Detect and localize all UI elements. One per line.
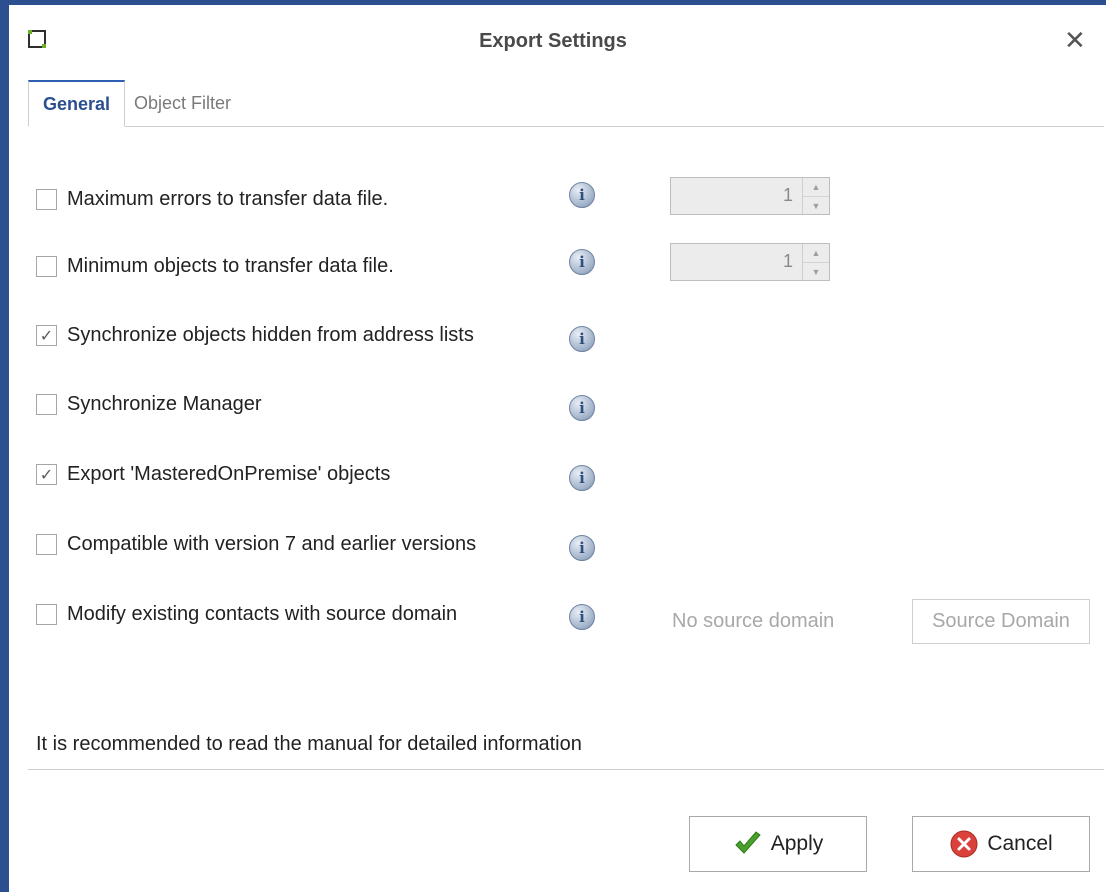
checkbox-compatible-v7[interactable]: [36, 534, 57, 555]
info-icon[interactable]: i: [569, 535, 595, 561]
info-icon[interactable]: i: [569, 326, 595, 352]
dialog-title: Export Settings: [479, 30, 627, 52]
source-domain-button[interactable]: Source Domain: [912, 599, 1090, 644]
info-icon[interactable]: i: [569, 604, 595, 630]
manual-note: It is recommended to read the manual for…: [36, 733, 582, 755]
checkbox-sync-hidden[interactable]: ✓: [36, 325, 57, 346]
apply-label: Apply: [770, 832, 824, 855]
green-check-icon: [735, 831, 761, 854]
option-label: Modify existing contacts with source dom…: [67, 603, 458, 625]
cancel-button[interactable]: Cancel: [912, 816, 1090, 872]
cancel-label: Cancel: [987, 832, 1053, 855]
spinner-value: 1: [782, 185, 793, 205]
spin-down-arrow-icon[interactable]: ▼: [803, 197, 829, 215]
spinner-value: 1: [782, 251, 793, 271]
checkbox-sync-manager[interactable]: [36, 394, 57, 415]
footer-separator: [28, 769, 1104, 770]
window-border-left: [0, 0, 9, 892]
option-label: Maximum errors to transfer data file.: [67, 188, 389, 210]
apply-button[interactable]: Apply: [689, 816, 867, 872]
option-label: Synchronize Manager: [67, 393, 262, 415]
max-errors-spinner[interactable]: 1 ▲ ▼: [670, 177, 830, 215]
info-icon[interactable]: i: [569, 249, 595, 275]
spin-up-arrow-icon[interactable]: ▲: [803, 244, 829, 263]
window-border-top: [0, 0, 1106, 5]
cancel-circle-icon: [950, 830, 978, 858]
checkbox-min-objects[interactable]: [36, 256, 57, 277]
spin-down-arrow-icon[interactable]: ▼: [803, 263, 829, 281]
info-icon[interactable]: i: [569, 465, 595, 491]
checkbox-export-mastered[interactable]: ✓: [36, 464, 57, 485]
option-label: Compatible with version 7 and earlier ve…: [67, 533, 477, 555]
option-label: Minimum objects to transfer data file.: [67, 255, 394, 277]
spinner-buttons: ▲ ▼: [802, 244, 829, 280]
option-label: Export 'MasteredOnPremise' objects: [67, 463, 391, 485]
checkbox-modify-contacts[interactable]: [36, 604, 57, 625]
info-icon[interactable]: i: [569, 395, 595, 421]
close-icon[interactable]: ✕: [1064, 26, 1086, 54]
option-label: Synchronize objects hidden from address …: [67, 324, 474, 346]
spin-up-arrow-icon[interactable]: ▲: [803, 178, 829, 197]
tab-general[interactable]: General: [28, 80, 125, 127]
source-domain-status: No source domain: [672, 610, 835, 632]
tab-object-filter[interactable]: Object Filter: [134, 80, 231, 127]
min-objects-spinner[interactable]: 1 ▲ ▼: [670, 243, 830, 281]
spinner-buttons: ▲ ▼: [802, 178, 829, 214]
checkbox-max-errors[interactable]: [36, 189, 57, 210]
info-icon[interactable]: i: [569, 182, 595, 208]
